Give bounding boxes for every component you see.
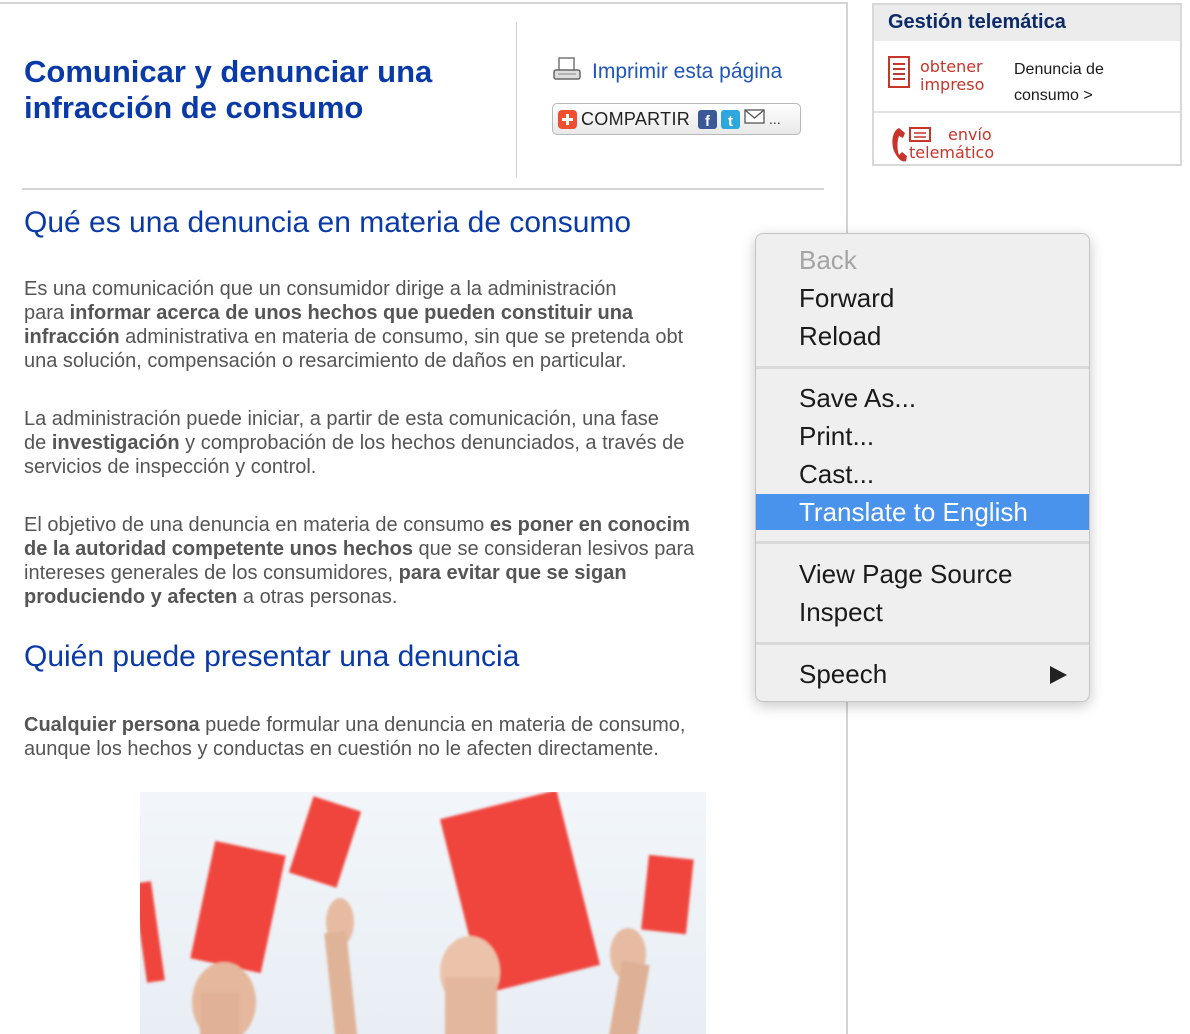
envio-telematico-row[interactable]: envío telemático — [874, 113, 1180, 166]
share-plus-icon — [558, 109, 577, 129]
bold-text: para evitar que se sigan — [398, 562, 627, 584]
paragraph-line: La administración puede iniciar, a parti… — [24, 408, 659, 430]
menu-separator — [756, 366, 1089, 369]
paragraph-line: intereses generales de los consumidores,… — [24, 562, 627, 584]
facebook-icon[interactable]: f — [698, 109, 718, 129]
share-label: COMPARTIR — [581, 108, 691, 129]
menu-item-print[interactable]: Print... — [756, 418, 1089, 454]
section-title-quien: Quién puede presentar una denuncia — [24, 640, 520, 673]
menu-item-translate[interactable]: Translate to English — [756, 494, 1089, 530]
paragraph-line: una solución, compensación o resarcimien… — [24, 350, 627, 372]
text: de — [24, 432, 52, 454]
paragraph-line: aunque los hechos y conductas en cuestió… — [24, 738, 659, 760]
context-menu: Back Forward Reload Save As... Print... … — [755, 233, 1090, 702]
share-button[interactable]: COMPARTIR f t ... — [552, 103, 801, 135]
menu-item-save-as[interactable]: Save As... — [756, 380, 1089, 416]
text: servicios de inspección y control. — [24, 456, 317, 478]
telematico-label: telemático — [909, 143, 995, 162]
obtener-impreso-button[interactable]: obtener impreso — [920, 58, 984, 94]
text: y comprobación de los hechos denunciados… — [179, 432, 685, 454]
text: El objetivo de una denuncia en materia d… — [24, 514, 490, 536]
text: una solución, compensación o resarcimien… — [24, 350, 627, 372]
paragraph-line: Es una comunicación que un consumidor di… — [24, 278, 617, 300]
menu-item-forward[interactable]: Forward — [756, 280, 1089, 316]
paragraph-objective: El objetivo de una denuncia en materia d… — [24, 513, 784, 609]
bold-text: de la autoridad competente unos hechos — [24, 538, 413, 560]
share-more[interactable]: ... — [769, 111, 781, 127]
denuncia-link-line2: consumo > — [1014, 87, 1093, 104]
paragraph-who: Cualquier persona puede formular una den… — [24, 713, 784, 761]
text: Es una comunicación que un consumidor di… — [24, 278, 617, 300]
paragraph-line: servicios de inspección y control. — [24, 456, 316, 478]
paragraph-line: de la autoridad competente unos hechos q… — [24, 538, 694, 560]
text: puede formular una denuncia en materia d… — [199, 714, 686, 736]
bold-text: Cualquier persona — [24, 714, 200, 736]
text: a otras personas. — [237, 586, 398, 608]
text: administrativa en materia de consumo, si… — [119, 326, 684, 348]
section-title-que-es: Qué es una denuncia en materia de consum… — [24, 206, 632, 239]
menu-separator — [756, 642, 1089, 645]
page-title: Comunicar y denunciar una infracción de … — [24, 54, 433, 125]
paragraph-investigation: La administración puede iniciar, a parti… — [24, 407, 784, 479]
paragraph-line: para informar acerca de unos hechos que … — [24, 302, 633, 324]
text: La administración puede iniciar, a parti… — [24, 408, 659, 430]
email-icon[interactable] — [744, 109, 765, 129]
gestion-telematica-heading: Gestión telemática — [874, 5, 1180, 41]
gestion-telematica-box: Gestión telemática obtener impreso Denun… — [872, 3, 1182, 166]
menu-item-inspect[interactable]: Inspect — [756, 594, 1089, 630]
obtener-label: obtener — [920, 57, 983, 76]
submenu-arrow-icon — [1050, 666, 1067, 684]
bold-text: investigación — [51, 432, 180, 454]
bold-text: es poner en conocim — [489, 514, 690, 536]
document-icon — [887, 55, 911, 94]
print-page-link[interactable]: Imprimir esta página — [552, 56, 782, 87]
menu-item-speech-label: Speech — [799, 659, 888, 689]
obtener-impreso-row: obtener impreso Denuncia de consumo > — [874, 41, 1180, 113]
text: para — [24, 302, 70, 324]
red-cards-photo — [140, 792, 706, 1034]
text: intereses generales de los consumidores, — [24, 562, 399, 584]
impreso-label: impreso — [920, 75, 985, 94]
denuncia-link-line1: Denuncia de — [1014, 61, 1104, 78]
menu-item-cast[interactable]: Cast... — [756, 456, 1089, 492]
twitter-icon[interactable]: t — [721, 109, 741, 129]
menu-item-view-source[interactable]: View Page Source — [756, 556, 1089, 592]
denuncia-consumo-link[interactable]: Denuncia de consumo > — [1014, 57, 1104, 109]
paragraph-line: de investigación y comprobación de los h… — [24, 432, 684, 454]
bold-text: infracción — [24, 326, 120, 348]
text: aunque los hechos y conductas en cuestió… — [24, 738, 659, 760]
print-page-label: Imprimir esta página — [592, 59, 783, 83]
printer-icon — [552, 56, 582, 87]
paragraph-line: Cualquier persona puede formular una den… — [24, 714, 685, 736]
envio-label: envío — [948, 125, 992, 144]
menu-item-speech[interactable]: Speech — [756, 656, 1089, 692]
menu-separator — [756, 541, 1089, 544]
header-divider — [516, 22, 517, 177]
bold-text: informar acerca de unos hechos que puede… — [69, 302, 634, 324]
content-frame-top-border — [0, 2, 848, 4]
text: que se consideran lesivos para — [412, 538, 695, 560]
header-horizontal-divider — [22, 188, 824, 190]
paragraph-line: produciendo y afecten a otras personas. — [24, 586, 397, 608]
bold-text: produciendo y afecten — [24, 586, 238, 608]
paragraph-definition: Es una comunicación que un consumidor di… — [24, 277, 784, 373]
menu-item-reload[interactable]: Reload — [756, 318, 1089, 354]
menu-item-back: Back — [799, 245, 857, 275]
paragraph-line: infracción administrativa en materia de … — [24, 326, 683, 348]
paragraph-line: El objetivo de una denuncia en materia d… — [24, 514, 690, 536]
